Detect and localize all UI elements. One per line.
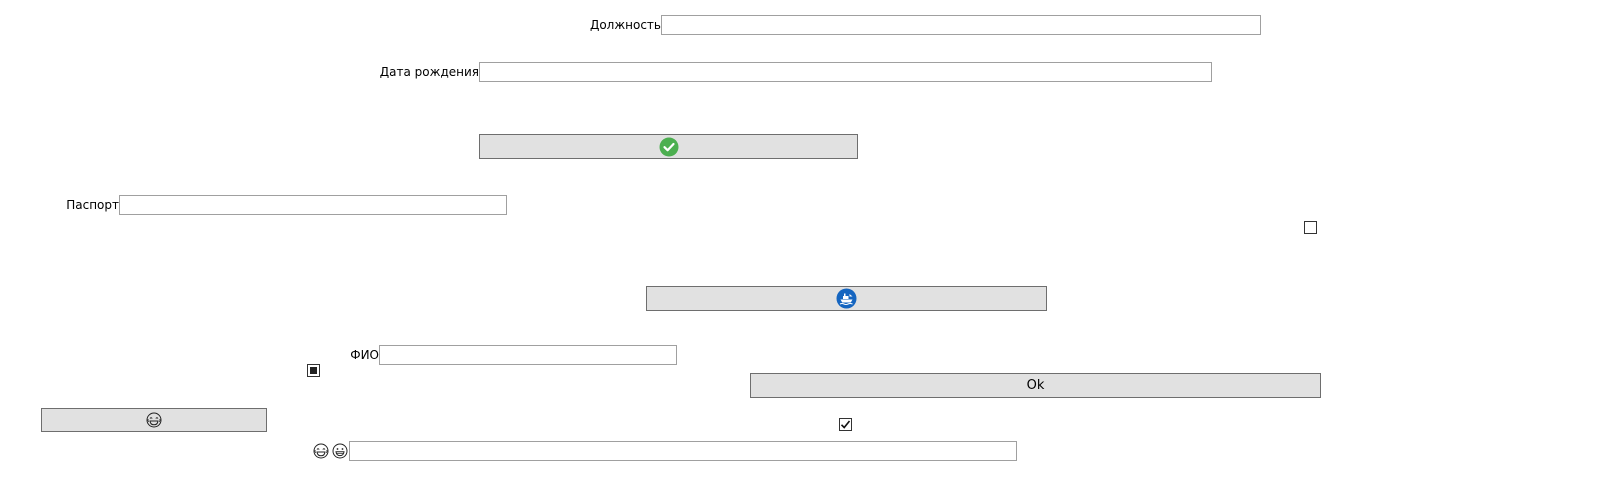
checkbox-checked[interactable] <box>839 418 852 431</box>
position-field[interactable] <box>661 15 1261 35</box>
bottom-text-field[interactable] <box>349 441 1017 461</box>
laughing-face-icon <box>146 412 162 428</box>
emoji-button[interactable] <box>41 408 267 432</box>
confirm-button[interactable] <box>479 134 858 159</box>
birthdate-label: Дата рождения <box>379 65 479 79</box>
checkmark-icon <box>840 420 851 429</box>
fio-field[interactable] <box>379 345 677 365</box>
ok-button[interactable]: Ok <box>750 373 1321 398</box>
birthdate-field[interactable] <box>479 62 1212 82</box>
passport-field[interactable] <box>119 195 507 215</box>
checkbox-indeterminate[interactable] <box>307 364 320 377</box>
position-label: Должность <box>589 18 661 32</box>
passport-label: Паспорт <box>66 198 119 212</box>
checkbox-unchecked[interactable] <box>1304 221 1317 234</box>
ship-circle-icon <box>836 288 857 309</box>
ship-button[interactable] <box>646 286 1047 311</box>
laughing-face-icon <box>313 443 329 459</box>
grinning-face-icon <box>332 443 348 459</box>
fio-label: ФИО <box>350 348 379 362</box>
check-circle-icon <box>659 137 678 156</box>
